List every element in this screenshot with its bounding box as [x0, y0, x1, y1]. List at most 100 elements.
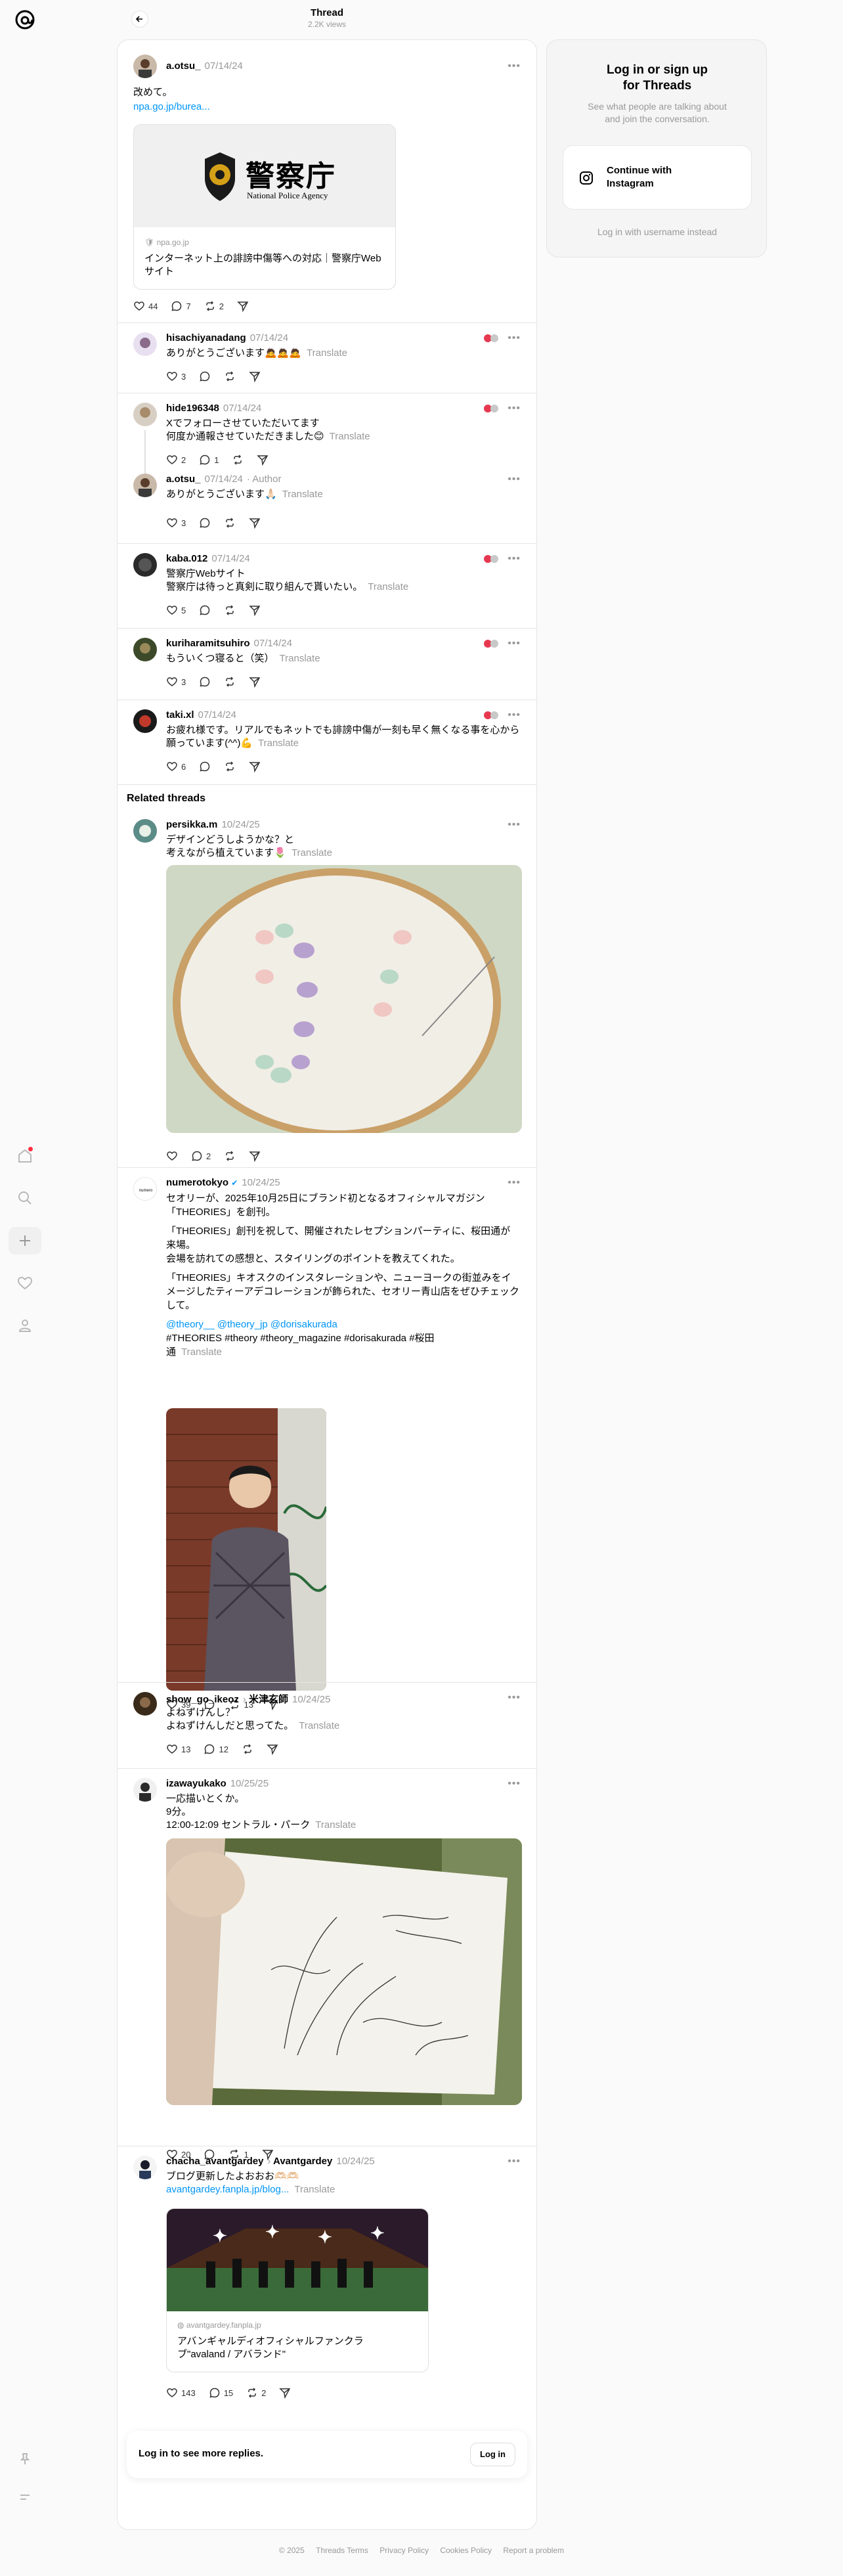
username[interactable]: show_go_ikeoz › 米津玄師 10/24/25: [166, 1692, 330, 1706]
share-button[interactable]: [279, 2387, 291, 2399]
like-button[interactable]: 6: [166, 761, 186, 772]
tagged-user[interactable]: Avantgardey: [273, 2156, 332, 2167]
reply-button[interactable]: 2: [191, 1150, 211, 1162]
translate-link[interactable]: Translate: [307, 347, 347, 359]
username[interactable]: kaba.012 07/14/24: [166, 553, 250, 564]
more-icon[interactable]: •••: [508, 474, 521, 485]
translate-link[interactable]: Translate: [292, 847, 332, 858]
more-icon[interactable]: •••: [508, 332, 521, 344]
avatar[interactable]: [133, 403, 157, 426]
share-button[interactable]: [249, 604, 261, 616]
reply-button[interactable]: 7: [171, 300, 191, 312]
avatar[interactable]: [133, 1692, 157, 1716]
avatar[interactable]: [133, 55, 157, 78]
reply-button[interactable]: [199, 604, 211, 616]
more-icon[interactable]: •••: [508, 403, 521, 414]
username[interactable]: hide196348 07/14/24: [166, 403, 261, 414]
username[interactable]: chacha_avantgardey › Avantgardey 10/24/25: [166, 2156, 375, 2167]
hashtags[interactable]: 通: [166, 1346, 176, 1358]
translate-link[interactable]: Translate: [368, 581, 408, 592]
menu-icon[interactable]: [14, 2487, 35, 2508]
reply-button[interactable]: [199, 761, 211, 772]
share-button[interactable]: [249, 761, 261, 772]
reply-button[interactable]: 12: [204, 1743, 228, 1755]
repost-button[interactable]: [224, 370, 236, 382]
post-image[interactable]: [166, 1408, 326, 1691]
username[interactable]: taki.xl 07/14/24: [166, 709, 236, 721]
mentions-link[interactable]: @theory__ @theory_jp @dorisakurada: [166, 1318, 519, 1331]
share-button[interactable]: [249, 676, 261, 688]
avatar[interactable]: [133, 709, 157, 733]
like-button[interactable]: [166, 1150, 178, 1162]
repost-button[interactable]: [224, 1150, 236, 1162]
like-button[interactable]: 3: [166, 370, 186, 382]
share-button[interactable]: [249, 517, 261, 529]
share-button[interactable]: [257, 454, 269, 466]
more-icon[interactable]: •••: [508, 2156, 521, 2167]
more-icon[interactable]: •••: [508, 60, 521, 72]
repost-button[interactable]: [224, 517, 236, 529]
reply-button[interactable]: [199, 370, 211, 382]
more-icon[interactable]: •••: [508, 553, 521, 565]
continue-with-instagram-button[interactable]: Continue with Instagram: [563, 145, 752, 210]
username[interactable]: a.otsu_ 07/14/24 · Author: [166, 474, 281, 485]
more-icon[interactable]: •••: [508, 1692, 521, 1704]
link-preview-card[interactable]: 警察庁 National Police Agency 🛡 npa.go.jp イ…: [133, 124, 396, 290]
avatar[interactable]: numero: [133, 1177, 157, 1201]
like-button[interactable]: 5: [166, 604, 186, 616]
repost-button[interactable]: 2: [204, 300, 224, 312]
avatar[interactable]: [133, 819, 157, 843]
tagged-user[interactable]: 米津玄師: [249, 1694, 288, 1705]
like-button[interactable]: 3: [166, 517, 186, 529]
like-button[interactable]: 13: [166, 1743, 190, 1755]
avatar[interactable]: [133, 474, 157, 497]
repost-button[interactable]: [242, 1743, 253, 1755]
avatar[interactable]: [133, 1778, 157, 1802]
share-button[interactable]: [249, 370, 261, 382]
translate-link[interactable]: Translate: [294, 2184, 335, 2195]
like-button[interactable]: 44: [133, 300, 158, 312]
translate-link[interactable]: Translate: [258, 738, 299, 749]
reply-button[interactable]: [199, 517, 211, 529]
share-button[interactable]: [267, 1743, 278, 1755]
avatar[interactable]: [133, 2156, 157, 2179]
heart-icon[interactable]: [14, 1273, 35, 1294]
repost-button[interactable]: [224, 604, 236, 616]
avatar[interactable]: [133, 553, 157, 577]
like-button[interactable]: 2: [166, 454, 186, 466]
username[interactable]: izawayukako 10/25/25: [166, 1778, 269, 1789]
more-icon[interactable]: •••: [508, 819, 521, 831]
translate-link[interactable]: Translate: [181, 1346, 222, 1358]
pin-icon[interactable]: [14, 2449, 35, 2470]
avatar[interactable]: [133, 332, 157, 356]
translate-link[interactable]: Translate: [315, 1819, 356, 1831]
translate-link[interactable]: Translate: [299, 1720, 339, 1731]
translate-link[interactable]: Translate: [280, 653, 320, 664]
footer-link-cookies[interactable]: Cookies Policy: [440, 2546, 492, 2555]
search-icon[interactable]: [14, 1188, 35, 1209]
reply-button[interactable]: 1: [199, 454, 219, 466]
footer-link-report[interactable]: Report a problem: [503, 2546, 564, 2555]
footer-link-privacy[interactable]: Privacy Policy: [379, 2546, 429, 2555]
share-button[interactable]: [237, 300, 249, 312]
like-button[interactable]: 3: [166, 676, 186, 688]
hashtags[interactable]: #THEORIES #theory #theory_magazine #dori…: [166, 1331, 519, 1345]
reply-button[interactable]: [199, 676, 211, 688]
repost-button[interactable]: [224, 676, 236, 688]
more-icon[interactable]: •••: [508, 638, 521, 650]
more-icon[interactable]: •••: [508, 1778, 521, 1790]
translate-link[interactable]: Translate: [282, 489, 323, 500]
post-image[interactable]: [166, 1838, 522, 2105]
like-button[interactable]: 143: [166, 2387, 196, 2399]
translate-link[interactable]: Translate: [330, 431, 370, 442]
avatar[interactable]: [133, 638, 157, 661]
home-icon[interactable]: [14, 1145, 35, 1166]
profile-icon[interactable]: [14, 1315, 35, 1336]
repost-button[interactable]: [232, 454, 244, 466]
create-icon[interactable]: [9, 1227, 41, 1255]
share-button[interactable]: [249, 1150, 261, 1162]
username[interactable]: hisachiyanadang 07/14/24: [166, 332, 288, 344]
login-button[interactable]: Log in: [470, 2443, 515, 2466]
reply-button[interactable]: 15: [209, 2387, 233, 2399]
username-login-link[interactable]: Log in with username instead: [547, 227, 767, 237]
